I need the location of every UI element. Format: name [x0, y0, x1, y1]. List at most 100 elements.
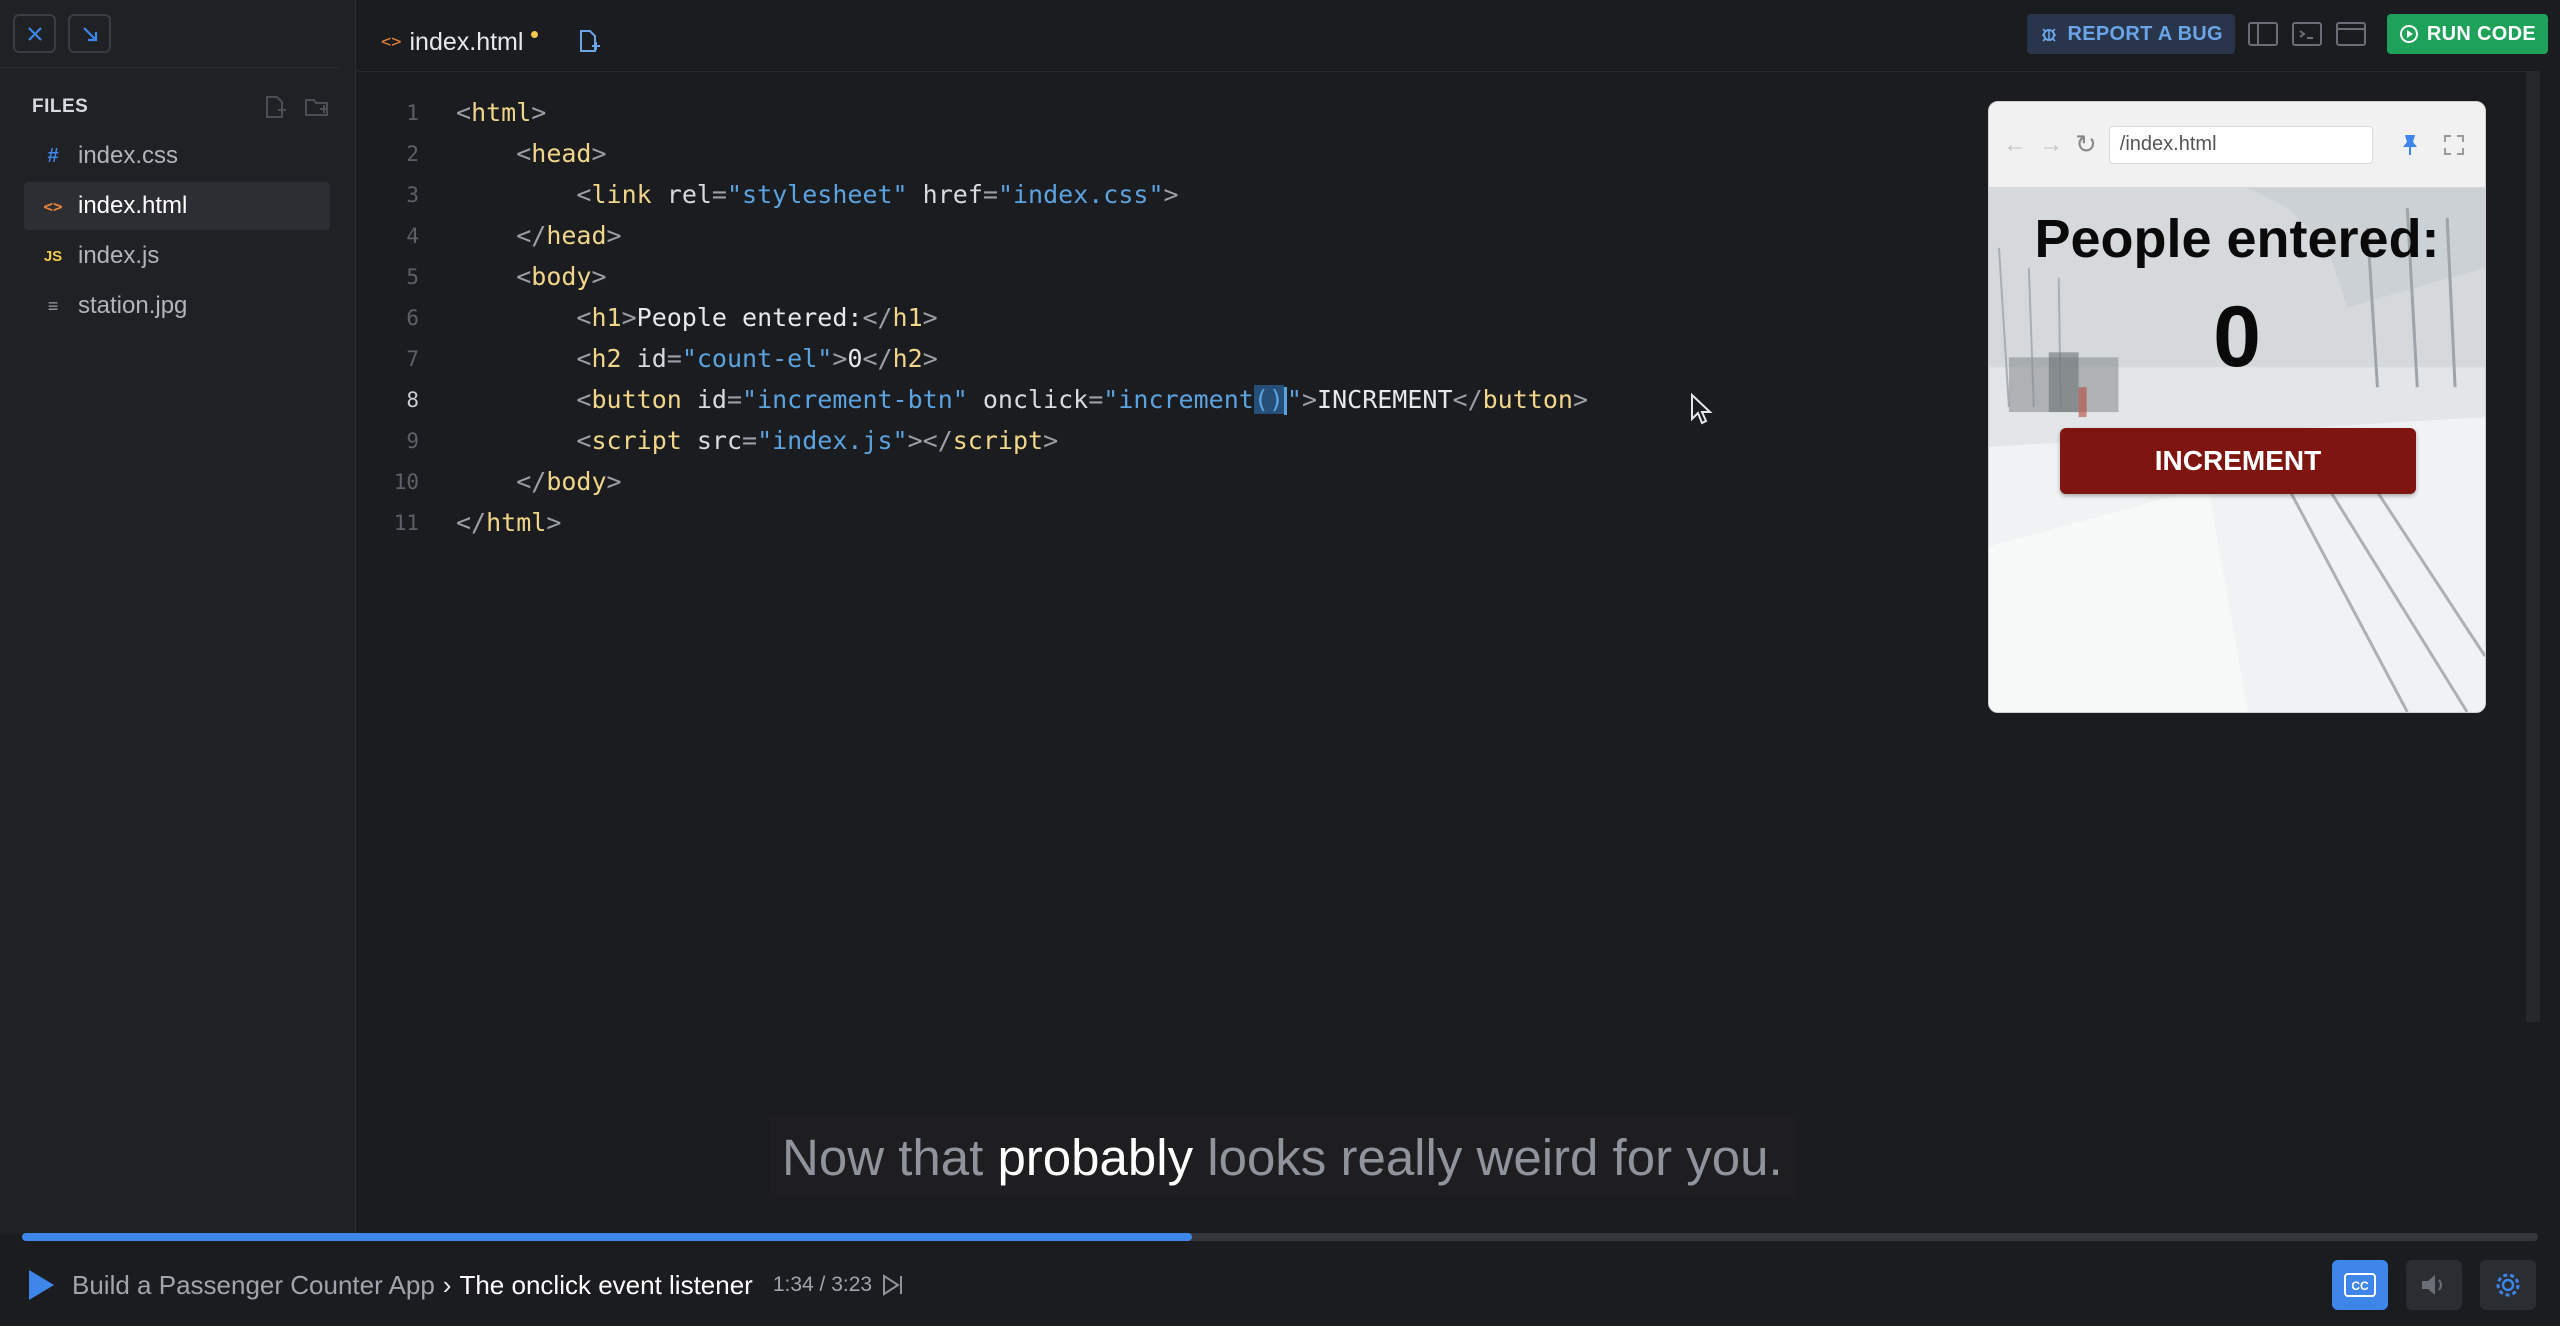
code-text: <body> — [516, 262, 607, 291]
video-caption: Now that probably looks really weird for… — [770, 1116, 1795, 1198]
arrow-down-right-icon — [82, 26, 97, 41]
files-title: FILES — [32, 96, 89, 117]
code-text: <button id="increment-btn" onclick="incr… — [576, 384, 1588, 415]
captions-button[interactable]: CC — [2332, 1260, 2388, 1310]
code-line: 5 <body> — [357, 256, 1588, 297]
new-folder-icon[interactable] — [303, 93, 331, 121]
run-code-label: RUN CODE — [2426, 22, 2536, 45]
play-icon[interactable] — [26, 1268, 56, 1302]
run-code-button[interactable]: RUN CODE — [2386, 14, 2548, 54]
code-text: <h2 id="count-el">0</h2> — [576, 344, 938, 373]
code-text: <link rel="stylesheet" href="index.css"> — [576, 180, 1179, 209]
caption-highlight: probably — [997, 1128, 1194, 1186]
line-number: 4 — [406, 223, 419, 248]
preview-url-field[interactable]: /index.html — [2108, 125, 2373, 164]
code-text: <script src="index.js"></script> — [576, 426, 1059, 455]
preview-heading: People entered: — [2034, 209, 2440, 269]
skip-next-icon[interactable] — [880, 1272, 906, 1298]
breadcrumb-separator: › — [442, 1269, 452, 1300]
new-file-icon[interactable] — [261, 93, 289, 121]
preview-count: 0 — [2213, 289, 2261, 385]
file-item-index-js[interactable]: JS index.js — [24, 232, 330, 280]
file-item-index-css[interactable]: # index.css — [24, 132, 330, 180]
volume-button[interactable] — [2406, 1260, 2462, 1310]
new-tab-button[interactable] — [560, 13, 618, 71]
gear-icon — [2496, 1273, 2520, 1297]
code-line: 4 </head> — [357, 215, 1588, 256]
browser-preview: ← → ↻ /index.html People entered: 0 INCR… — [1988, 101, 2486, 713]
svg-text:CC: CC — [2351, 1279, 2369, 1293]
bug-icon — [2042, 28, 2057, 42]
js-file-icon: JS — [43, 247, 63, 265]
line-number: 9 — [406, 428, 419, 453]
sidebar-top-controls — [0, 0, 339, 68]
top-toolbar: REPORT A BUG RUN CODE — [2027, 14, 2548, 54]
html-file-icon: <> — [381, 32, 402, 52]
console-icon[interactable] — [2291, 21, 2323, 47]
player-right-controls: CC — [2332, 1260, 2536, 1310]
preview-content: People entered: 0 INCREMENT — [1989, 188, 2485, 712]
volume-icon — [2422, 1275, 2442, 1295]
code-text: </body> — [516, 467, 622, 496]
files-actions — [261, 93, 331, 121]
line-number: 2 — [406, 141, 419, 166]
browser-preview-icon[interactable] — [2335, 21, 2367, 47]
settings-button[interactable] — [2480, 1260, 2536, 1310]
unsaved-indicator — [531, 30, 539, 38]
back-arrow-icon[interactable]: ← — [2003, 131, 2027, 159]
code-text: </head> — [516, 221, 622, 250]
close-icon — [27, 26, 42, 41]
file-name: index.html — [78, 192, 188, 219]
closed-captions-icon: CC — [2344, 1273, 2376, 1297]
file-item-station-jpg[interactable]: ≡ station.jpg — [24, 282, 330, 330]
line-number: 7 — [406, 346, 419, 371]
file-item-index-html[interactable]: <> index.html — [24, 182, 330, 230]
code-text: </html> — [456, 508, 562, 537]
report-bug-label: REPORT A BUG — [2067, 22, 2223, 45]
player-controls: Build a Passenger Counter App › The oncl… — [0, 1244, 2560, 1326]
preview-address-bar: ← → ↻ /index.html — [1989, 102, 2485, 188]
pin-icon[interactable] — [2399, 133, 2421, 157]
line-number: 10 — [393, 469, 419, 494]
code-line: 6 <h1>People entered:</h1> — [357, 297, 1588, 338]
caption-text: Now that — [782, 1128, 998, 1186]
report-bug-button[interactable]: REPORT A BUG — [2027, 14, 2235, 54]
minimize-button[interactable] — [68, 14, 111, 53]
close-button[interactable] — [13, 14, 56, 53]
app-root: FILES # index.css <> index.html JS index… — [0, 0, 2560, 1326]
image-file-icon: ≡ — [47, 295, 59, 316]
code-line-current: 8 <button id="increment-btn" onclick="in… — [357, 379, 1588, 420]
code-line: 2 <head> — [357, 133, 1588, 174]
code-line: 1 <html> — [357, 92, 1588, 133]
layout-sidebar-icon[interactable] — [2247, 21, 2279, 47]
tab-label: index.html — [409, 27, 524, 56]
lesson-title: The onclick event listener — [459, 1269, 753, 1300]
line-number: 3 — [406, 182, 419, 207]
tab-index-html[interactable]: <> index.html — [367, 13, 553, 71]
code-content[interactable]: 1 <html> 2 <head> 3 <link rel="stylesheet… — [357, 92, 1588, 543]
line-number: 6 — [406, 305, 419, 330]
line-number: 8 — [406, 387, 419, 412]
code-line: 11 </html> — [357, 502, 1588, 543]
preview-increment-button[interactable]: INCREMENT — [2060, 428, 2416, 494]
html-file-icon: <> — [43, 196, 63, 216]
line-number: 11 — [393, 510, 419, 535]
code-text: <html> — [456, 98, 547, 127]
code-line: 7 <h2 id="count-el">0</h2> — [357, 338, 1588, 379]
file-name: index.css — [78, 142, 179, 169]
editor-scrollbar[interactable] — [2526, 72, 2540, 1022]
css-file-icon: # — [47, 144, 59, 167]
line-number: 1 — [406, 100, 419, 125]
new-file-icon — [580, 30, 601, 52]
file-name: index.js — [78, 242, 160, 269]
video-progress-bar[interactable] — [22, 1233, 2538, 1241]
video-progress-fill — [22, 1233, 1192, 1241]
file-sidebar: FILES # index.css <> index.html JS index… — [0, 0, 356, 1234]
reload-icon[interactable]: ↻ — [2075, 129, 2097, 160]
course-title[interactable]: Build a Passenger Counter App — [72, 1270, 435, 1301]
fullscreen-icon[interactable] — [2443, 134, 2465, 156]
forward-arrow-icon[interactable]: → — [2039, 131, 2063, 159]
code-line: 9 <script src="index.js"></script> — [357, 420, 1588, 461]
mouse-pointer-icon — [1691, 393, 1713, 425]
file-list: # index.css <> index.html JS index.js ≡ … — [24, 132, 330, 332]
